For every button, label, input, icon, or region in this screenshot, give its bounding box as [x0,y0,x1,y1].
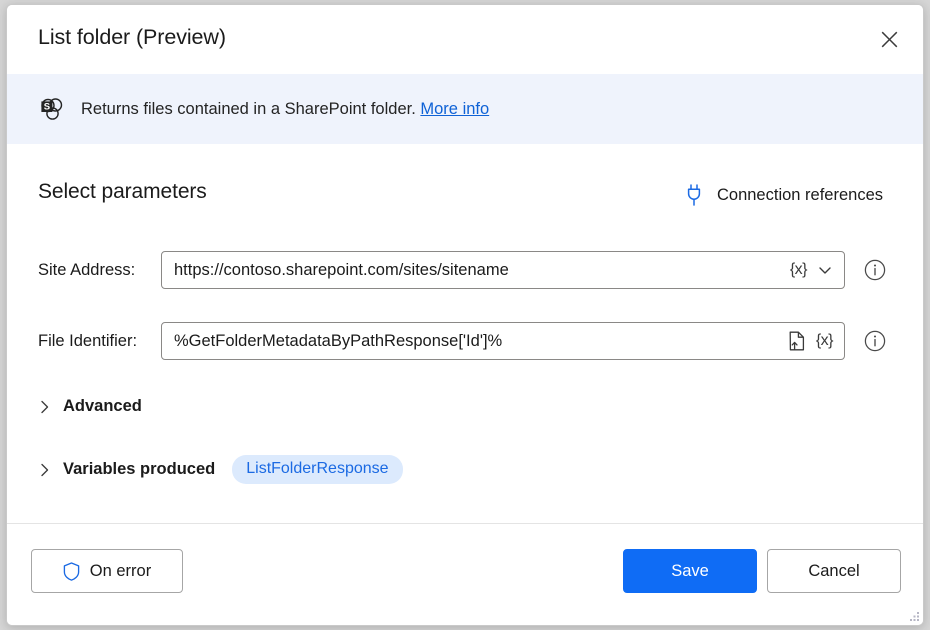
variables-produced-toggle[interactable]: Variables produced ListFolderResponse [38,455,403,484]
parameters-body: Select parameters Connection references … [7,144,923,525]
variable-icon[interactable]: {x} [813,331,836,351]
chevron-down-glyph [817,262,833,278]
site-address-input[interactable]: https://contoso.sharepoint.com/sites/sit… [161,251,845,289]
file-identifier-label: File Identifier: [38,332,137,351]
field-row-site-address: Site Address: https://contoso.sharepoint… [7,251,923,289]
shield-icon [63,562,80,581]
on-error-label: On error [90,562,151,581]
cancel-label: Cancel [808,562,859,581]
plug-icon [685,184,703,206]
file-identifier-adornments: {x} [785,329,836,353]
chevron-right-icon [38,400,52,414]
file-identifier-input[interactable]: %GetFolderMetadataByPathResponse['Id']% … [161,322,845,360]
site-address-adornments: {x} [787,260,836,280]
chevron-down-icon[interactable] [814,260,836,280]
advanced-section-toggle[interactable]: Advanced [38,397,142,416]
field-row-file-identifier: File Identifier: %GetFolderMetadataByPat… [7,322,923,360]
variable-glyph: {x} [816,333,833,349]
variable-pill-listfolderresponse[interactable]: ListFolderResponse [232,455,402,484]
file-upload-glyph [788,331,806,351]
cancel-button[interactable]: Cancel [767,549,901,593]
svg-text:S: S [44,102,50,113]
banner-text: Returns files contained in a SharePoint … [81,100,489,119]
list-folder-dialog: List folder (Preview) S Returns files co… [6,4,924,626]
site-address-label: Site Address: [38,261,135,280]
variable-icon[interactable]: {x} [787,260,810,280]
on-error-button[interactable]: On error [31,549,183,593]
close-icon [881,31,898,48]
file-picker-icon[interactable] [785,329,809,353]
advanced-label: Advanced [63,397,142,416]
sharepoint-icon: S [39,96,65,122]
banner-description: Returns files contained in a SharePoint … [81,100,416,118]
close-button[interactable] [869,19,909,59]
section-heading: Select parameters [38,180,207,204]
dialog-titlebar: List folder (Preview) [7,5,923,73]
chevron-right-icon [38,463,52,477]
save-button[interactable]: Save [623,549,757,593]
connection-references-link[interactable]: Connection references [685,184,883,206]
site-address-info-icon[interactable] [864,259,886,281]
info-banner: S Returns files contained in a SharePoin… [7,74,923,144]
file-identifier-info-icon[interactable] [864,330,886,352]
dialog-footer: On error Save Cancel [7,523,923,625]
variables-produced-label: Variables produced [63,460,215,479]
variable-glyph: {x} [790,262,807,278]
resize-grip[interactable] [906,608,920,622]
site-address-value[interactable]: https://contoso.sharepoint.com/sites/sit… [174,261,781,280]
more-info-link[interactable]: More info [420,100,489,118]
save-label: Save [671,562,709,581]
connection-references-label: Connection references [717,186,883,205]
file-identifier-value[interactable]: %GetFolderMetadataByPathResponse['Id']% [174,332,779,351]
dialog-title: List folder (Preview) [38,25,226,50]
